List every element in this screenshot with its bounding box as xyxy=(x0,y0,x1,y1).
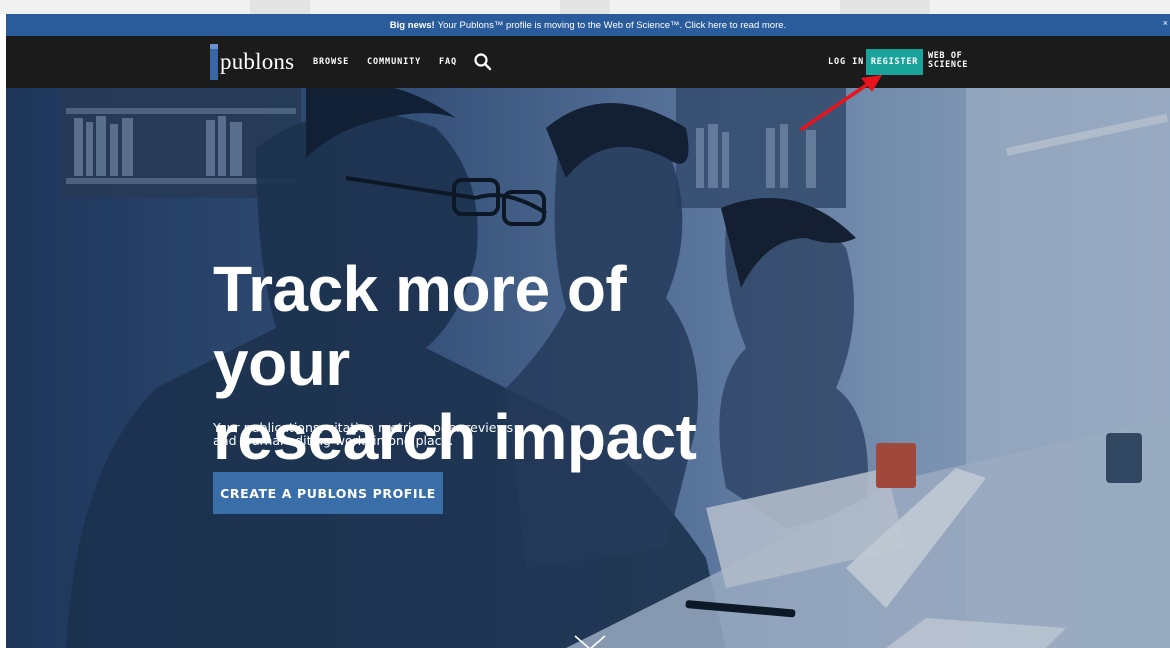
hero-title-line-1: Track more of your xyxy=(213,253,627,399)
hero-section: Track more of your research impact Your … xyxy=(6,88,1170,648)
nav-faq[interactable]: FAQ xyxy=(439,36,457,88)
strip-shade xyxy=(250,0,310,14)
nav-community[interactable]: COMMUNITY xyxy=(367,36,421,88)
announcement-banner[interactable]: Big news! Your Publons™ profile is movin… xyxy=(6,14,1170,36)
wos-line-2: SCIENCE xyxy=(928,60,969,70)
top-navbar: publons BROWSE COMMUNITY FAQ LOG IN REGI… xyxy=(6,36,1170,88)
chevron-down-icon[interactable] xyxy=(573,634,607,648)
browser-viewport: Big news! Your Publons™ profile is movin… xyxy=(6,14,1170,648)
publons-logo[interactable]: publons xyxy=(210,44,294,80)
publons-logo-mark xyxy=(210,44,218,80)
banner-text: Your Publons™ profile is moving to the W… xyxy=(437,19,787,31)
logo-text: publons xyxy=(220,49,295,74)
login-link[interactable]: LOG IN xyxy=(828,36,864,88)
banner-bold-text: Big news! xyxy=(389,19,435,31)
strip-shade xyxy=(560,0,610,14)
nav-browse[interactable]: BROWSE xyxy=(313,36,349,88)
register-button[interactable]: REGISTER xyxy=(866,49,923,75)
hero-subtitle: Your publications, citation metrics, pee… xyxy=(213,421,553,447)
create-profile-button[interactable]: CREATE A PUBLONS PROFILE xyxy=(213,472,443,514)
hero-subtitle-line-2: and journal editing work, in one place. xyxy=(213,433,454,448)
strip-shade xyxy=(840,0,930,14)
banner-close-button[interactable]: × xyxy=(1163,18,1168,28)
search-icon[interactable] xyxy=(473,52,493,72)
web-of-science-link[interactable]: WEB OF SCIENCE xyxy=(928,52,968,70)
top-strip xyxy=(0,0,1170,14)
